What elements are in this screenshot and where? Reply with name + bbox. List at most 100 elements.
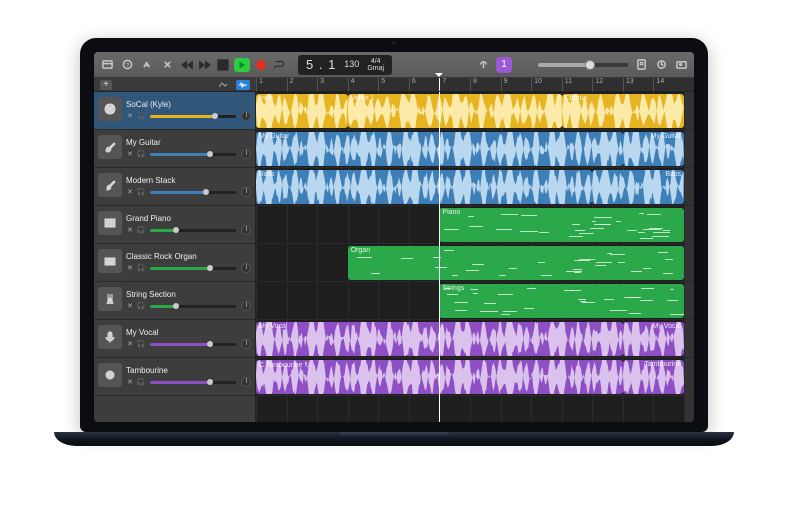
playhead[interactable] — [439, 78, 440, 91]
region-label: Tambourine — [644, 361, 681, 368]
region[interactable]: Bass — [592, 170, 684, 204]
cycle-button[interactable] — [272, 58, 286, 72]
region-label: Chorus — [565, 95, 681, 102]
region-label: Bass — [665, 171, 681, 178]
solo-headphones-icon[interactable]: 🎧 — [137, 302, 145, 310]
mute-icon[interactable]: ✕ — [126, 378, 134, 386]
track-instrument-icon[interactable] — [98, 211, 122, 235]
ruler-tick: 5 — [378, 78, 385, 91]
tuner-icon[interactable] — [476, 58, 490, 72]
track-volume-slider[interactable] — [150, 153, 236, 156]
track-instrument-icon[interactable] — [98, 97, 122, 121]
mute-icon[interactable]: ✕ — [126, 226, 134, 234]
loop-browser-icon[interactable] — [654, 58, 668, 72]
region[interactable]: Chorus — [562, 94, 684, 128]
automation-view-icon[interactable] — [216, 80, 230, 90]
close-panel-icon[interactable] — [160, 58, 174, 72]
ruler-tick: 14 — [653, 78, 664, 91]
solo-headphones-icon[interactable]: 🎧 — [137, 112, 145, 120]
mute-icon[interactable]: ✕ — [126, 112, 134, 120]
ruler-tick: 2 — [287, 78, 294, 91]
media-browser-icon[interactable] — [674, 58, 688, 72]
track-volume-slider[interactable] — [150, 191, 236, 194]
track-volume-slider[interactable] — [150, 343, 236, 346]
pan-knob[interactable] — [241, 149, 251, 159]
track-header[interactable]: Tambourine✕🎧 — [94, 358, 255, 396]
region-label: Bass — [259, 171, 589, 178]
track-header[interactable]: My Vocal ✕🎧 — [94, 320, 255, 358]
play-button[interactable] — [234, 58, 250, 72]
track-instrument-icon[interactable] — [98, 173, 122, 197]
solo-headphones-icon[interactable]: 🎧 — [137, 226, 145, 234]
track-header[interactable]: Grand Piano✕🎧 — [94, 206, 255, 244]
pan-knob[interactable] — [241, 301, 251, 311]
master-volume-slider[interactable] — [538, 63, 628, 67]
region[interactable]: Bass — [256, 170, 592, 204]
track-header[interactable]: SoCal (Kyle)✕🎧 — [94, 92, 255, 130]
track-volume-slider[interactable] — [150, 115, 236, 118]
mute-icon[interactable]: ✕ — [126, 302, 134, 310]
pan-knob[interactable] — [241, 339, 251, 349]
notepad-icon[interactable] — [634, 58, 648, 72]
mute-icon[interactable]: ✕ — [126, 188, 134, 196]
time-signature: 4/4 — [367, 58, 384, 65]
ruler-tick: 1 — [256, 78, 263, 91]
editors-icon[interactable] — [140, 58, 154, 72]
playhead[interactable] — [439, 92, 440, 422]
track-header[interactable]: Classic Rock Organ✕🎧 — [94, 244, 255, 282]
pan-knob[interactable] — [241, 377, 251, 387]
region[interactable]: Organ — [348, 246, 684, 280]
tempo-value: 130 — [344, 60, 359, 69]
track-volume-slider[interactable] — [150, 381, 236, 384]
track-instrument-icon[interactable] — [98, 287, 122, 311]
solo-headphones-icon[interactable]: 🎧 — [137, 340, 145, 348]
track-volume-slider[interactable] — [150, 229, 236, 232]
region[interactable]: Strings — [439, 284, 684, 318]
region-label: Strings — [442, 285, 681, 292]
region[interactable]: Intro — [256, 94, 348, 128]
record-button[interactable] — [256, 60, 266, 70]
track-instrument-icon[interactable] — [98, 363, 122, 387]
quick-help-icon[interactable]: ? — [120, 58, 134, 72]
track-instrument-icon[interactable] — [98, 249, 122, 273]
track-header[interactable]: Modern Stack✕🎧 — [94, 168, 255, 206]
count-in-button[interactable]: 1 — [496, 57, 512, 73]
rewind-button[interactable] — [180, 58, 194, 72]
region-label: Intro — [259, 95, 345, 102]
screen-bezel: ? 5 . 1 130 4/4 Gmaj — [80, 38, 708, 432]
solo-headphones-icon[interactable]: 🎧 — [137, 150, 145, 158]
pan-knob[interactable] — [241, 187, 251, 197]
track-header[interactable]: My Guitar✕🎧 — [94, 130, 255, 168]
ruler-tick: 6 — [409, 78, 416, 91]
mute-icon[interactable]: ✕ — [126, 150, 134, 158]
region[interactable]: Piano — [439, 208, 684, 242]
region-label: My Guitar — [651, 133, 681, 140]
solo-headphones-icon[interactable]: 🎧 — [137, 378, 145, 386]
track-instrument-icon[interactable] — [98, 135, 122, 159]
solo-headphones-icon[interactable]: 🎧 — [137, 188, 145, 196]
pan-knob[interactable] — [241, 225, 251, 235]
solo-headphones-icon[interactable]: 🎧 — [137, 264, 145, 272]
add-track-button[interactable]: + — [100, 80, 112, 90]
track-name: My Vocal — [126, 328, 251, 337]
bar-ruler[interactable]: 1234567891011121314 — [256, 78, 694, 91]
mute-icon[interactable]: ✕ — [126, 340, 134, 348]
arrange-area[interactable]: IntroVerse 1ChorusMy GuitarMy GuitarBass… — [256, 92, 694, 422]
pan-knob[interactable] — [241, 111, 251, 121]
pan-knob[interactable] — [241, 263, 251, 273]
region[interactable]: Tambourine — [623, 360, 684, 394]
track-volume-slider[interactable] — [150, 305, 236, 308]
stop-button[interactable] — [216, 58, 230, 72]
track-instrument-icon[interactable] — [98, 325, 122, 349]
mute-icon[interactable]: ✕ — [126, 264, 134, 272]
lcd-display[interactable]: 5 . 1 130 4/4 Gmaj — [298, 55, 392, 75]
waveform-view-icon[interactable] — [236, 80, 250, 90]
region[interactable]: Verse 1 — [348, 94, 562, 128]
library-icon[interactable] — [100, 58, 114, 72]
region[interactable]: My Vocal — [623, 322, 684, 356]
track-header[interactable]: String Section✕🎧 — [94, 282, 255, 320]
region[interactable]: My Guitar — [623, 132, 684, 166]
track-volume-slider[interactable] — [150, 267, 236, 270]
track-list: SoCal (Kyle)✕🎧My Guitar✕🎧Modern Stack✕🎧G… — [94, 92, 256, 422]
forward-button[interactable] — [198, 58, 212, 72]
